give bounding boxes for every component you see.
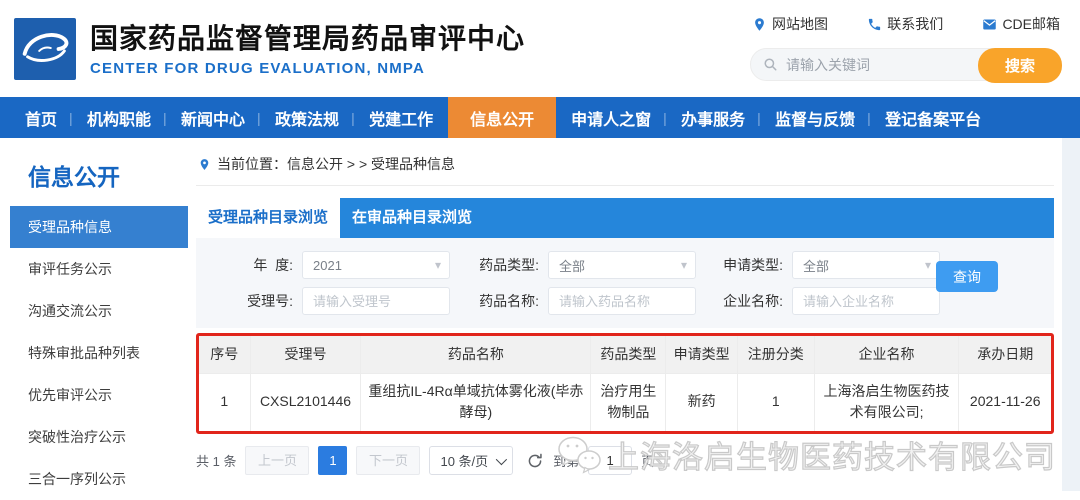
nav-item-policies[interactable]: 政策法规 <box>257 97 354 138</box>
cde-mail-link[interactable]: CDE邮箱 <box>982 14 1060 34</box>
nav-item-registration-platform[interactable]: 登记备案平台 <box>867 97 996 138</box>
breadcrumb: 当前位置：信息公开 > > 受理品种信息 <box>196 138 1054 186</box>
envelope-icon <box>983 19 997 29</box>
quick-links: 网站地图 联系我们 CDE邮箱 <box>750 14 1062 34</box>
nav-item-applicant-window[interactable]: 申请人之窗 <box>556 97 666 138</box>
page-right-gutter <box>1062 138 1080 491</box>
breadcrumb-text: 当前位置：信息公开 > > 受理品种信息 <box>217 156 456 172</box>
cell-drug-type: 治疗用生物制品 <box>590 372 667 432</box>
site-search: 搜索 <box>750 48 1062 83</box>
sidebar-item-three-in-one[interactable]: 三合一序列公示 <box>10 458 188 500</box>
nav-item-info-disclosure[interactable]: 信息公开 <box>448 97 557 138</box>
sidebar: 信息公开 受理品种信息 审评任务公示 沟通交流公示 特殊审批品种列表 优先审评公… <box>10 138 188 491</box>
tab-bar: 受理品种目录浏览 在审品种目录浏览 <box>196 198 1054 238</box>
sitemap-link-label: 网站地图 <box>772 16 828 32</box>
results-table: 序号 受理号 药品名称 药品类型 申请类型 注册分类 企业名称 承办日期 1 C… <box>198 335 1052 432</box>
cell-reg-class: 1 <box>736 372 815 432</box>
goto-page-input[interactable] <box>588 446 633 475</box>
cde-logo-swoosh-icon <box>22 32 69 62</box>
results-table-annotation-box: 序号 受理号 药品名称 药品类型 申请类型 注册分类 企业名称 承办日期 1 C… <box>196 333 1054 434</box>
next-page-button[interactable]: 下一页 <box>356 446 421 475</box>
nav-item-party[interactable]: 党建工作 <box>351 97 448 138</box>
nav-item-services[interactable]: 办事服务 <box>663 97 760 138</box>
col-header-drug-name: 药品名称 <box>360 335 592 374</box>
site-header: 国家药品监督管理局药品审评中心 CENTER FOR DRUG EVALUATI… <box>0 0 1080 97</box>
sidebar-item-priority-review[interactable]: 优先审评公示 <box>10 374 188 416</box>
sidebar-item-breakthrough-therapy[interactable]: 突破性治疗公示 <box>10 416 188 458</box>
sidebar-item-review-tasks[interactable]: 审评任务公示 <box>10 248 188 290</box>
drug-name-label: 药品名称: <box>479 293 539 309</box>
cell-apply-type: 新药 <box>665 372 738 432</box>
breadcrumb-pin-icon <box>200 158 209 170</box>
apply-type-select-value: 全部 <box>803 258 830 274</box>
page-1-button[interactable]: 1 <box>318 446 348 475</box>
sidebar-item-communication[interactable]: 沟通交流公示 <box>10 290 188 332</box>
apply-type-label: 申请类型: <box>723 257 783 273</box>
total-count: 共 1 条 <box>196 454 237 469</box>
goto-prefix: 到第 <box>553 454 580 469</box>
location-pin-icon <box>755 17 764 31</box>
main-nav: 首页 机构职能 新闻中心 政策法规 党建工作 信息公开 申请人之窗 办事服务 监… <box>0 97 1080 138</box>
drug-type-select-value: 全部 <box>559 258 586 274</box>
cell-company: 上海洛启生物医药技术有限公司; <box>813 372 960 432</box>
accept-no-input[interactable] <box>302 287 450 315</box>
pagination: 共 1 条 上一页 1 下一页 10 条/页 到第 页 <box>196 446 1054 475</box>
nav-item-supervision[interactable]: 监督与反馈 <box>757 97 870 138</box>
refresh-icon[interactable] <box>526 452 544 470</box>
year-select-value: 2021 <box>313 257 342 273</box>
table-row: 1 CXSL2101446 重组抗IL-4Rα单域抗体雾化液(毕赤酵母) 治疗用… <box>198 372 1052 432</box>
col-header-drug-type: 药品类型 <box>590 335 667 374</box>
cell-drug-name: 重组抗IL-4Rα单域抗体雾化液(毕赤酵母) <box>360 372 592 432</box>
main-content: 当前位置：信息公开 > > 受理品种信息 受理品种目录浏览 在审品种目录浏览 年… <box>196 138 1056 491</box>
chevron-down-icon <box>495 453 508 465</box>
col-header-apply-type: 申请类型 <box>665 335 738 374</box>
drug-name-input[interactable] <box>548 287 696 315</box>
year-select[interactable]: 2021 <box>302 251 450 279</box>
cde-logo <box>14 17 76 80</box>
cde-mail-link-label: CDE邮箱 <box>1002 16 1060 32</box>
table-header-row: 序号 受理号 药品名称 药品类型 申请类型 注册分类 企业名称 承办日期 <box>198 335 1052 374</box>
goto-suffix: 页 <box>641 454 655 469</box>
search-button[interactable]: 搜索 <box>978 48 1062 83</box>
site-subtitle: CENTER FOR DRUG EVALUATION, NMPA <box>90 59 426 77</box>
phone-icon <box>869 18 881 30</box>
page-size-select[interactable]: 10 条/页 <box>429 446 514 475</box>
year-label: 年 度: <box>253 257 293 273</box>
cell-date: 2021-11-26 <box>958 372 1052 432</box>
col-header-date: 承办日期 <box>958 335 1052 374</box>
drug-type-label: 药品类型: <box>479 257 539 273</box>
nav-item-home[interactable]: 首页 <box>10 97 72 138</box>
tab-under-review-catalog[interactable]: 在审品种目录浏览 <box>340 198 484 238</box>
cell-seq: 1 <box>198 372 251 432</box>
company-input[interactable] <box>792 287 940 315</box>
nav-item-news[interactable]: 新闻中心 <box>163 97 260 138</box>
filter-panel: 年 度: 2021 药品类型: 全部 申请类型: 全部 受理号: 药品名称: 企… <box>196 238 1054 328</box>
sidebar-item-special-approval[interactable]: 特殊审批品种列表 <box>10 332 188 374</box>
search-icon <box>764 58 777 71</box>
prev-page-button[interactable]: 上一页 <box>245 446 310 475</box>
sidebar-title: 信息公开 <box>28 164 120 190</box>
sidebar-item-accepted-varieties[interactable]: 受理品种信息 <box>10 206 188 248</box>
nav-item-functions[interactable]: 机构职能 <box>69 97 166 138</box>
contact-us-link[interactable]: 联系我们 <box>867 14 943 34</box>
search-input[interactable] <box>786 56 946 73</box>
contact-us-link-label: 联系我们 <box>887 16 944 32</box>
drug-type-select[interactable]: 全部 <box>548 251 696 279</box>
col-header-accept-no: 受理号 <box>249 335 362 374</box>
page-size-value: 10 条/页 <box>440 454 489 469</box>
apply-type-select[interactable]: 全部 <box>792 251 940 279</box>
company-label: 企业名称: <box>723 293 783 309</box>
tab-accepted-catalog[interactable]: 受理品种目录浏览 <box>196 198 340 238</box>
cell-accept-no: CXSL2101446 <box>249 372 362 432</box>
sitemap-link[interactable]: 网站地图 <box>752 14 828 34</box>
query-button[interactable]: 查询 <box>936 261 998 292</box>
col-header-seq: 序号 <box>198 335 251 374</box>
accept-no-label: 受理号: <box>247 293 293 309</box>
site-title: 国家药品监督管理局药品审评中心 <box>90 22 526 54</box>
col-header-company: 企业名称 <box>813 335 960 374</box>
col-header-reg-class: 注册分类 <box>736 335 815 374</box>
